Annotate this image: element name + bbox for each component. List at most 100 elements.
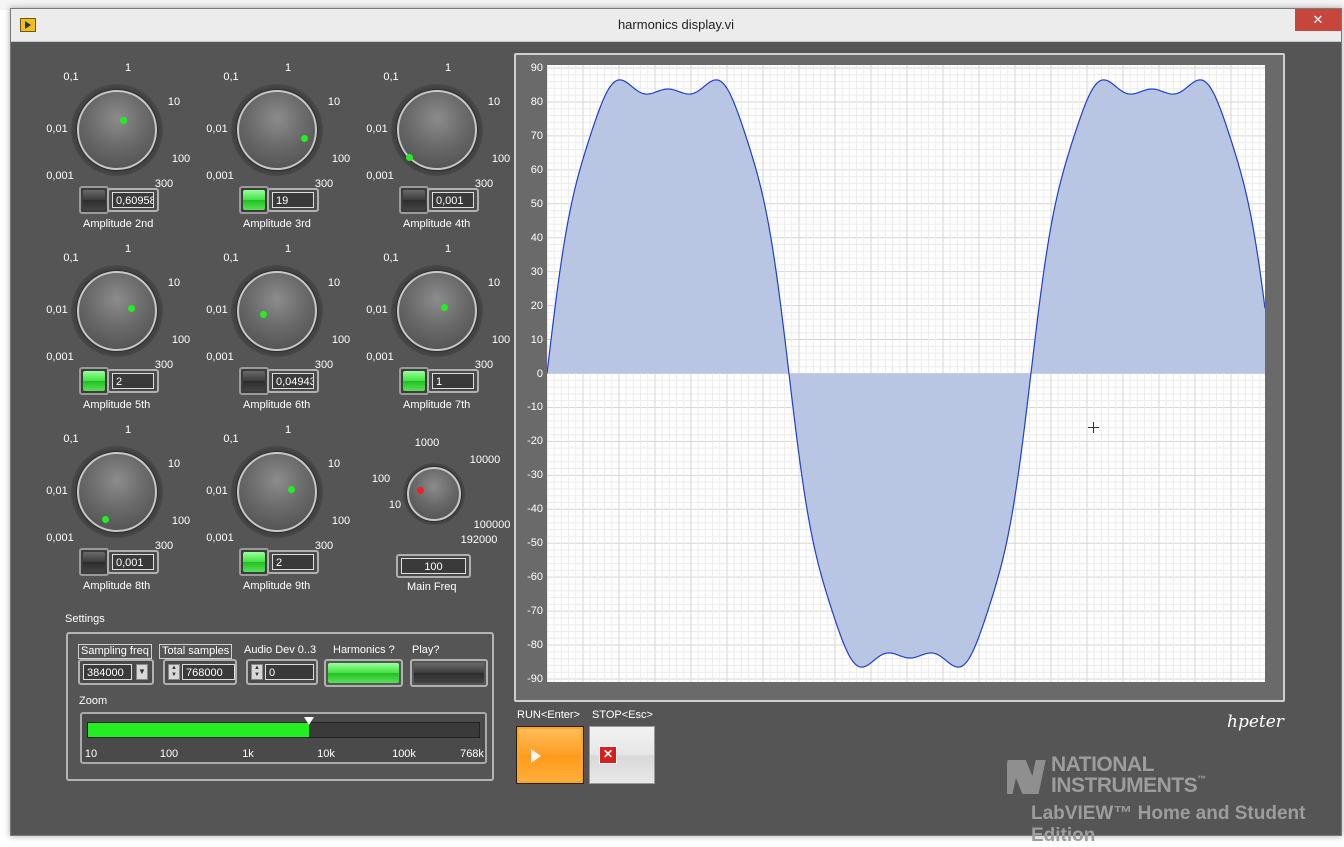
stop-button[interactable]: ✕ <box>589 726 655 784</box>
amplitude-enable-switch[interactable] <box>399 367 429 395</box>
play-toggle[interactable] <box>410 659 488 687</box>
amplitude-enable-switch[interactable] <box>239 186 269 214</box>
amplitude-enable-switch[interactable] <box>399 186 429 214</box>
run-button[interactable] <box>516 726 584 784</box>
amplitude-enable-switch[interactable] <box>239 548 269 576</box>
spinner-arrows-icon[interactable]: ▲ ▼ <box>168 664 180 680</box>
title-bar[interactable]: harmonics display.vi ✕ <box>11 9 1341 42</box>
knob-scale-tick: 0,1 <box>63 252 79 264</box>
main-freq-input[interactable]: 100 <box>396 554 471 578</box>
knob-scale-tick: 0,01 <box>366 304 388 316</box>
knob-scale-tick: 0,001 <box>366 170 394 182</box>
waveform-graph[interactable] <box>547 65 1265 682</box>
y-tick-label: 30 <box>530 265 543 278</box>
knob-indicator <box>441 304 448 311</box>
zoom-slider-fill <box>88 723 309 737</box>
amplitude-value: 0,60958 <box>112 192 154 208</box>
amplitude-input[interactable]: 0,001 <box>107 550 159 574</box>
knob-scale-tick: 10 <box>487 96 501 108</box>
knob-scale-tick: 0,01 <box>206 304 228 316</box>
knob-scale-tick: 100 <box>171 515 191 527</box>
knob-scale-tick: 0,001 <box>46 170 74 182</box>
amplitude-label: Amplitude 4th <box>403 218 471 230</box>
main-freq-tick: 100000 <box>473 519 511 531</box>
total-samples-input[interactable]: ▲ ▼ 768000 <box>163 659 237 685</box>
amplitude-knob[interactable] <box>397 271 477 351</box>
knob-indicator <box>406 154 413 161</box>
front-panel: 0,001 0,01 0,1 1 10 100 300 0,60958 Amplitude 2n… <box>11 42 1341 846</box>
window-title: harmonics display.vi <box>617 17 735 32</box>
amplitude-enable-switch[interactable] <box>79 548 109 576</box>
zoom-slider[interactable]: 10 100 1k 10k 100k 768k <box>80 712 487 764</box>
ni-eagle-logo <box>1007 760 1046 794</box>
close-button[interactable]: ✕ <box>1295 9 1341 31</box>
amplitude-value: 0,001 <box>432 192 474 208</box>
amplitude-input[interactable]: 2 <box>107 369 159 393</box>
amplitude-knob[interactable] <box>237 271 317 351</box>
y-tick-label: -70 <box>527 605 543 618</box>
y-tick-label: 70 <box>530 129 543 142</box>
amplitude-knob[interactable] <box>77 271 157 351</box>
amplitude-label: Amplitude 6th <box>243 399 311 411</box>
amplitude-input[interactable]: 0,04943 <box>267 369 319 393</box>
amplitude-knob[interactable] <box>397 90 477 170</box>
main-freq-label: Main Freq <box>407 581 457 593</box>
amplitude-knob[interactable] <box>237 90 317 170</box>
y-tick-label: -90 <box>527 673 543 685</box>
play-icon <box>531 749 541 763</box>
amplitude-enable-switch[interactable] <box>239 367 269 395</box>
sampling-freq-select[interactable]: 384000 ▼ <box>78 659 154 685</box>
amplitude-input[interactable]: 0,60958 <box>107 188 159 212</box>
amplitude-label: Amplitude 3rd <box>243 218 311 230</box>
knob-scale-tick: 0,01 <box>46 123 68 135</box>
knob-scale-tick: 100 <box>331 334 351 346</box>
amplitude-enable-switch[interactable] <box>79 186 109 214</box>
knob-scale-tick: 10 <box>167 96 181 108</box>
amplitude-value: 0,04943 <box>272 373 314 389</box>
vi-window: harmonics display.vi ✕ 0,001 0,01 0,1 1 10 10… <box>10 8 1342 846</box>
knob-scale-tick: 100 <box>331 515 351 527</box>
knob-scale-tick: 0,001 <box>46 532 74 544</box>
amplitude-input[interactable]: 2 <box>267 550 319 574</box>
y-tick-label: -50 <box>527 537 543 550</box>
main-freq-knob[interactable] <box>407 467 461 521</box>
knob-scale-tick: 0,001 <box>366 351 394 363</box>
amplitude-value: 0,001 <box>112 554 154 570</box>
y-tick-label: 80 <box>530 95 543 108</box>
knob-scale-tick: 10 <box>327 96 341 108</box>
y-tick-label: -30 <box>527 469 543 482</box>
y-tick-label: 50 <box>530 197 543 210</box>
harmonics-toggle[interactable] <box>324 659 403 687</box>
zoom-slider-track[interactable] <box>87 717 480 738</box>
amplitude-input[interactable]: 1 <box>427 369 479 393</box>
spinner-arrows-icon[interactable]: ▲ ▼ <box>251 664 263 680</box>
zoom-slider-thumb[interactable] <box>303 717 314 725</box>
ni-brand-line2-text: INSTRUMENTS <box>1051 774 1198 797</box>
knob-scale-tick: 0,01 <box>366 123 388 135</box>
knob-scale-tick: 0,1 <box>63 433 79 445</box>
zoom-tick: 768k <box>460 748 484 760</box>
knob-scale-tick: 1 <box>284 62 292 74</box>
amplitude-knob[interactable] <box>237 452 317 532</box>
amplitude-input[interactable]: 19 <box>267 188 319 212</box>
amplitude-label: Amplitude 5th <box>83 399 151 411</box>
switch-face <box>83 371 105 391</box>
knob-scale-tick: 0,001 <box>206 351 234 363</box>
knob-scale-tick: 10 <box>167 458 181 470</box>
audio-dev-input[interactable]: ▲ ▼ 0 <box>246 659 318 685</box>
amplitude-knob[interactable] <box>77 452 157 532</box>
chevron-down-icon[interactable]: ▼ <box>136 664 148 680</box>
knob-indicator <box>288 486 295 493</box>
amplitude-enable-switch[interactable] <box>79 367 109 395</box>
amplitude-input[interactable]: 0,001 <box>427 188 479 212</box>
amplitude-knob[interactable] <box>77 90 157 170</box>
knob-scale-tick: 1 <box>124 424 132 436</box>
knob-scale-tick: 100 <box>171 334 191 346</box>
knob-scale-tick: 0,01 <box>206 485 228 497</box>
knob-scale-tick: 1 <box>284 424 292 436</box>
knob-scale-tick: 10 <box>327 458 341 470</box>
stop-label: STOP<Esc> <box>592 709 653 721</box>
sampling-freq-label: Sampling freq <box>78 644 152 659</box>
zoom-tick: 10k <box>317 748 335 760</box>
knob-scale-tick: 1 <box>444 62 452 74</box>
